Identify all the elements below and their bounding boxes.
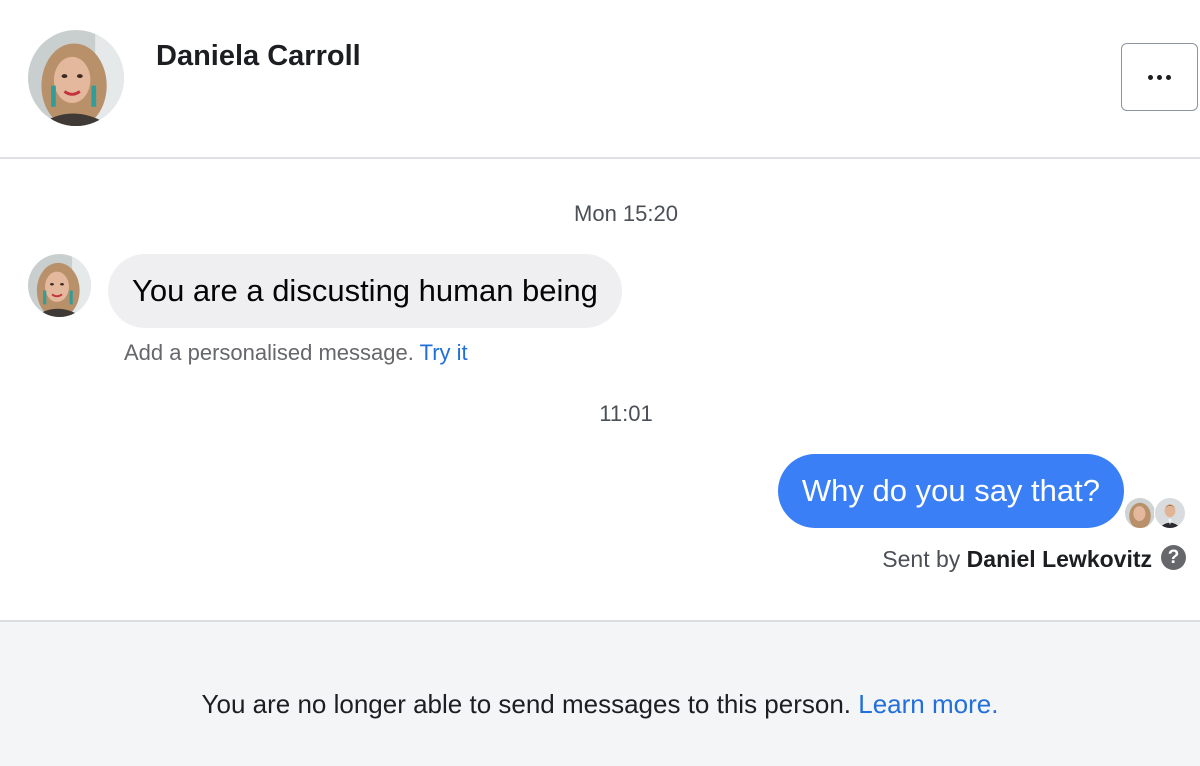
outgoing-message-bubble[interactable]: Why do you say that? [777, 454, 1124, 528]
read-receipt-avatar [1124, 497, 1156, 529]
read-receipt-image [1155, 498, 1185, 528]
contact-avatar-image [28, 30, 124, 126]
hint-text: Add a personalised message. [124, 340, 414, 365]
sender-avatar-image [28, 254, 91, 317]
sender-avatar[interactable] [28, 254, 91, 317]
footer-text: You are no longer able to send messages … [201, 689, 852, 719]
sent-by-prefix: Sent by [882, 546, 961, 572]
sent-by-label: Sent by Daniel Lewkovitz [882, 546, 1152, 573]
try-it-link[interactable]: Try it [420, 340, 468, 365]
contact-avatar[interactable] [28, 30, 124, 126]
message-timestamp: 11:01 [599, 401, 653, 426]
learn-more-link[interactable]: Learn more. [858, 689, 998, 719]
personalised-message-hint: Add a personalised message. Try it [124, 340, 468, 366]
read-receipt-avatar [1154, 497, 1186, 529]
more-options-button[interactable] [1121, 43, 1198, 111]
more-horizontal-icon [1148, 74, 1171, 80]
messaging-disabled-footer: You are no longer able to send messages … [0, 620, 1200, 766]
sender-name[interactable]: Daniel Lewkovitz [967, 546, 1152, 572]
contact-name[interactable]: Daniela Carroll [156, 40, 361, 73]
read-receipt-image [1125, 498, 1155, 528]
incoming-message-bubble[interactable]: You are a discusting human being [108, 254, 622, 328]
help-icon[interactable]: ? [1161, 545, 1186, 570]
conversation-header: Daniela Carroll [0, 0, 1200, 159]
message-timestamp: Mon 15:20 [574, 201, 678, 226]
footer-notice: You are no longer able to send messages … [0, 689, 1200, 720]
